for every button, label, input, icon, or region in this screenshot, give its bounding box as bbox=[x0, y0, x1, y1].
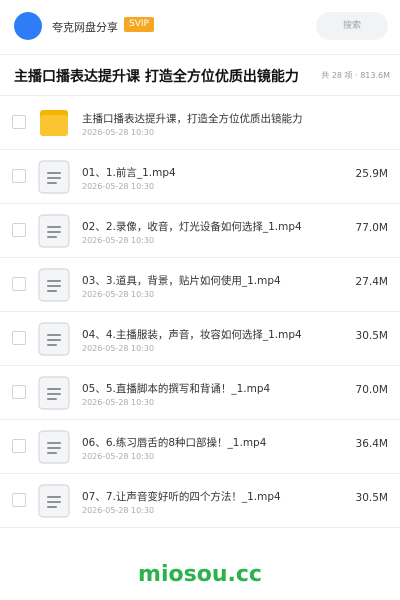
file-row[interactable]: 05、5.直播脚本的撰写和背诵！_1.mp4 2026-05-28 10:30 70… bbox=[0, 366, 400, 420]
row-checkbox[interactable] bbox=[12, 169, 26, 183]
file-date: 2026-05-28 10:30 bbox=[82, 398, 155, 407]
file-date: 2026-05-28 10:30 bbox=[82, 506, 155, 515]
file-date: 2026-05-28 10:30 bbox=[82, 452, 155, 461]
file-icon bbox=[38, 268, 70, 302]
file-size: 70.0M bbox=[355, 384, 388, 396]
file-name[interactable]: 06、6.练习唇舌的8种口部操！_1.mp4 bbox=[82, 435, 342, 450]
file-size: 30.5M bbox=[355, 330, 388, 342]
search-input[interactable] bbox=[316, 12, 388, 40]
file-name[interactable]: 04、4.主播服装，声音，妆容如何选择_1.mp4 bbox=[82, 327, 342, 342]
file-size: 36.4M bbox=[355, 438, 388, 450]
file-icon bbox=[38, 430, 70, 464]
file-row[interactable]: 02、2.录像，收音，灯光设备如何选择_1.mp4 2026-05-28 10:3… bbox=[0, 204, 400, 258]
file-icon bbox=[38, 484, 70, 518]
file-size: 25.9M bbox=[355, 168, 388, 180]
file-size: 77.0M bbox=[355, 222, 388, 234]
row-checkbox[interactable] bbox=[12, 277, 26, 291]
file-name[interactable]: 01、1.前言_1.mp4 bbox=[82, 165, 342, 180]
row-checkbox[interactable] bbox=[12, 115, 26, 129]
app-header: 夸克网盘分享 SVIP bbox=[0, 0, 400, 55]
row-checkbox[interactable] bbox=[12, 493, 26, 507]
file-date: 2026-05-28 10:30 bbox=[82, 290, 155, 299]
file-name[interactable]: 主播口播表达提升课，打造全方位优质出镜能力 bbox=[82, 111, 342, 126]
row-checkbox[interactable] bbox=[12, 385, 26, 399]
file-row[interactable]: 04、4.主播服装，声音，妆容如何选择_1.mp4 2026-05-28 10:3… bbox=[0, 312, 400, 366]
file-date: 2026-05-28 10:30 bbox=[82, 182, 155, 191]
file-row[interactable]: 06、6.练习唇舌的8种口部操！_1.mp4 2026-05-28 10:30 36… bbox=[0, 420, 400, 474]
file-row[interactable]: 主播口播表达提升课，打造全方位优质出镜能力 2026-05-28 10:30 bbox=[0, 96, 400, 150]
file-size: 30.5M bbox=[355, 492, 388, 504]
file-name[interactable]: 02、2.录像，收音，灯光设备如何选择_1.mp4 bbox=[82, 219, 342, 234]
svip-badge: SVIP bbox=[124, 17, 154, 32]
file-date: 2026-05-28 10:30 bbox=[82, 344, 155, 353]
file-row[interactable]: 01、1.前言_1.mp4 2026-05-28 10:30 25.9M bbox=[0, 150, 400, 204]
file-list: 主播口播表达提升课，打造全方位优质出镜能力 2026-05-28 10:30 01、… bbox=[0, 96, 400, 528]
item-summary: 共 28 项 · 813.6M bbox=[321, 71, 390, 80]
brand-name: 夸克网盘分享 bbox=[52, 21, 118, 34]
file-size: 27.4M bbox=[355, 276, 388, 288]
row-checkbox[interactable] bbox=[12, 331, 26, 345]
file-icon bbox=[38, 160, 70, 194]
row-checkbox[interactable] bbox=[12, 223, 26, 237]
file-date: 2026-05-28 10:30 bbox=[82, 128, 155, 137]
file-name[interactable]: 03、3.道具，背景，贴片如何使用_1.mp4 bbox=[82, 273, 342, 288]
file-name[interactable]: 07、7.让声音变好听的四个方法！_1.mp4 bbox=[82, 489, 342, 504]
file-icon bbox=[38, 322, 70, 356]
row-checkbox[interactable] bbox=[12, 439, 26, 453]
file-row[interactable]: 07、7.让声音变好听的四个方法！_1.mp4 2026-05-28 10:30 3… bbox=[0, 474, 400, 528]
file-name[interactable]: 05、5.直播脚本的撰写和背诵！_1.mp4 bbox=[82, 381, 342, 396]
file-date: 2026-05-28 10:30 bbox=[82, 236, 155, 245]
file-icon bbox=[38, 214, 70, 248]
file-icon bbox=[38, 376, 70, 410]
file-row[interactable]: 03、3.道具，背景，贴片如何使用_1.mp4 2026-05-28 10:30 2… bbox=[0, 258, 400, 312]
watermark: miosou.cc bbox=[138, 562, 262, 587]
avatar[interactable] bbox=[14, 12, 42, 40]
folder-icon bbox=[38, 106, 70, 140]
page-title: 主播口播表达提升课 打造全方位优质出镜能力 bbox=[14, 69, 299, 85]
